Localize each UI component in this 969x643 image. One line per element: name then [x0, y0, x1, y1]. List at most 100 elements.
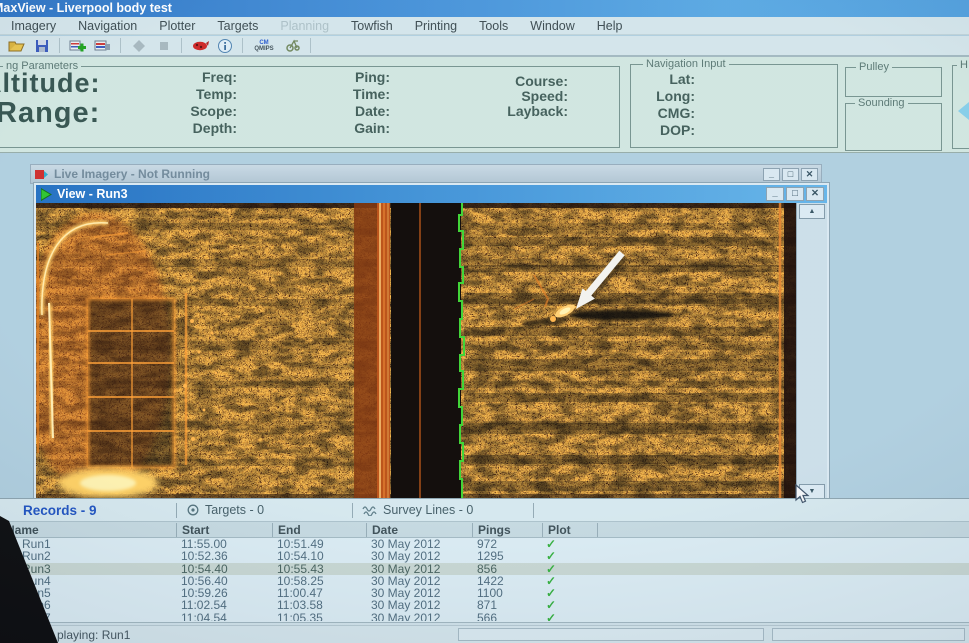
record-plot-check: ✓ — [546, 550, 556, 562]
view-window-titlebar[interactable]: View - Run3 _ □ ✕ — [36, 185, 827, 203]
menu-plotter[interactable]: Plotter — [148, 19, 206, 33]
info-button[interactable] — [212, 36, 237, 55]
sonar-image — [36, 203, 796, 500]
add-record-button[interactable] — [65, 36, 90, 55]
winch-icon — [285, 38, 301, 53]
navigation-input-group: Navigation Input Lat:Long: CMG:DOP: — [630, 64, 838, 148]
param-col-freq: Freq:Temp: Scope:Depth: — [147, 69, 237, 137]
record-pings: 566 — [477, 612, 497, 621]
record-end: 11:05.35 — [277, 612, 323, 621]
waves-icon — [362, 505, 377, 516]
menu-window[interactable]: Window — [519, 19, 585, 33]
live-window-buttons: _ □ ✕ — [763, 168, 818, 181]
col-pings[interactable]: Pings — [478, 523, 511, 537]
toolbar-separator — [310, 38, 311, 53]
save-button[interactable] — [29, 36, 54, 55]
app-title: MaxView - Liverpool body test — [0, 0, 172, 17]
play-diamond-icon — [131, 38, 147, 54]
stop-square-icon — [156, 38, 172, 54]
stop-button[interactable] — [151, 36, 176, 55]
tab-records[interactable]: Records - 9 — [0, 499, 176, 521]
live-imagery-icon — [35, 169, 48, 180]
winch-button[interactable] — [280, 36, 305, 55]
edge-group-label: H — [957, 59, 969, 71]
nav-fields: Lat:Long: CMG:DOP: — [645, 71, 695, 139]
close-button[interactable]: ✕ — [801, 168, 818, 181]
scroll-up-button[interactable]: ▲ — [799, 204, 825, 219]
col-start[interactable]: Start — [182, 523, 209, 537]
menu-planning: Planning — [269, 19, 340, 33]
menu-imagery[interactable]: Imagery — [0, 19, 67, 33]
record-plot-check: ✓ — [546, 612, 556, 621]
app-titlebar: MaxView - Liverpool body test — [0, 0, 969, 17]
menu-help[interactable]: Help — [586, 19, 634, 33]
tab-targets[interactable]: Targets - 0 — [177, 499, 352, 521]
menu-towfish[interactable]: Towfish — [340, 19, 404, 33]
record-row[interactable]: Run7 11:04.54 11:05.35 30 May 2012 566 ✓ — [0, 612, 969, 621]
parameters-panel: ng Parameters Altitude: Range: Freq:Temp… — [0, 57, 969, 153]
record-end: 10:54.10 — [277, 550, 324, 562]
sonar-image-view[interactable] — [36, 203, 796, 500]
param-col-ping: Ping:Time: Date:Gain: — [298, 69, 390, 137]
qmips-button[interactable]: CM QMIPS — [248, 36, 280, 55]
view-run3-window: View - Run3 _ □ ✕ — [33, 182, 830, 504]
toolbar-separator — [120, 38, 121, 53]
record-settings-button[interactable] — [90, 36, 115, 55]
maximize-button[interactable]: □ — [782, 168, 799, 181]
open-folder-icon — [8, 39, 25, 53]
target-icon — [187, 504, 199, 516]
info-icon — [217, 38, 233, 54]
status-panel-3 — [772, 628, 965, 641]
water-column — [391, 203, 461, 500]
toolbar-separator — [242, 38, 243, 53]
edge-arrow-icon[interactable] — [958, 102, 969, 120]
range-label: Range: — [0, 97, 100, 130]
toolbar-separator — [181, 38, 182, 53]
add-record-icon — [69, 38, 86, 53]
floppy-icon — [35, 39, 49, 53]
record-settings-icon — [94, 38, 111, 53]
pulley-group: Pulley — [845, 67, 942, 97]
menubar: Imagery Navigation Plotter Targets Plann… — [0, 17, 969, 35]
sounding-label: Sounding — [855, 97, 908, 109]
minimize-button[interactable]: _ — [766, 187, 784, 201]
col-end[interactable]: End — [278, 523, 301, 537]
record-row[interactable]: Run2 10:52.36 10:54.10 30 May 2012 1295 … — [0, 550, 969, 562]
towfish-icon — [191, 39, 209, 52]
col-plot[interactable]: Plot — [548, 523, 571, 537]
menu-tools[interactable]: Tools — [468, 19, 519, 33]
menu-navigation[interactable]: Navigation — [67, 19, 148, 33]
toolbar-separator — [59, 38, 60, 53]
toolbar: CM QMIPS — [0, 36, 969, 57]
vertical-scrollbar[interactable]: ▲ ▼ — [796, 203, 827, 500]
param-col-course: Course:Speed: Layback: — [468, 74, 568, 119]
records-tabs: Records - 9 Targets - 0 Survey Lines - 0 — [0, 499, 969, 522]
record-name: Run2 — [22, 550, 51, 562]
qmips-icon: CM QMIPS — [254, 40, 273, 52]
records-table-header: Name Start End Date Pings Plot — [0, 522, 969, 538]
maxview-application: MaxView - Liverpool body test Imagery Na… — [0, 0, 969, 643]
pulley-label: Pulley — [856, 61, 892, 73]
record-start: 10:52.36 — [181, 550, 228, 562]
playback-diamond-button[interactable] — [126, 36, 151, 55]
menu-printing[interactable]: Printing — [404, 19, 468, 33]
live-imagery-title: Live Imagery - Not Running — [54, 167, 210, 181]
tab-survey-lines[interactable]: Survey Lines - 0 — [353, 499, 533, 521]
close-button[interactable]: ✕ — [806, 187, 824, 201]
minimize-button[interactable]: _ — [763, 168, 780, 181]
live-imagery-window: Live Imagery - Not Running _ □ ✕ — [30, 164, 822, 184]
records-panel: Records - 9 Targets - 0 Survey Lines - 0 — [0, 498, 969, 625]
statusbar: playing: Run1 — [0, 625, 969, 643]
status-panel-2 — [458, 628, 764, 641]
towfish-button[interactable] — [187, 36, 212, 55]
open-button[interactable] — [4, 36, 29, 55]
play-icon — [41, 188, 52, 201]
record-row[interactable]: Run6 11:02.54 11:03.58 30 May 2012 871 ✓ — [0, 599, 969, 611]
maximize-button[interactable]: □ — [786, 187, 804, 201]
navigation-input-label: Navigation Input — [643, 58, 729, 70]
altitude-label: Altitude: — [0, 68, 100, 99]
menu-targets[interactable]: Targets — [206, 19, 269, 33]
records-rows: Run1 11:55.00 10:51.49 30 May 2012 972 ✓… — [0, 538, 969, 621]
col-date[interactable]: Date — [372, 523, 398, 537]
view-window-title: View - Run3 — [57, 187, 128, 201]
